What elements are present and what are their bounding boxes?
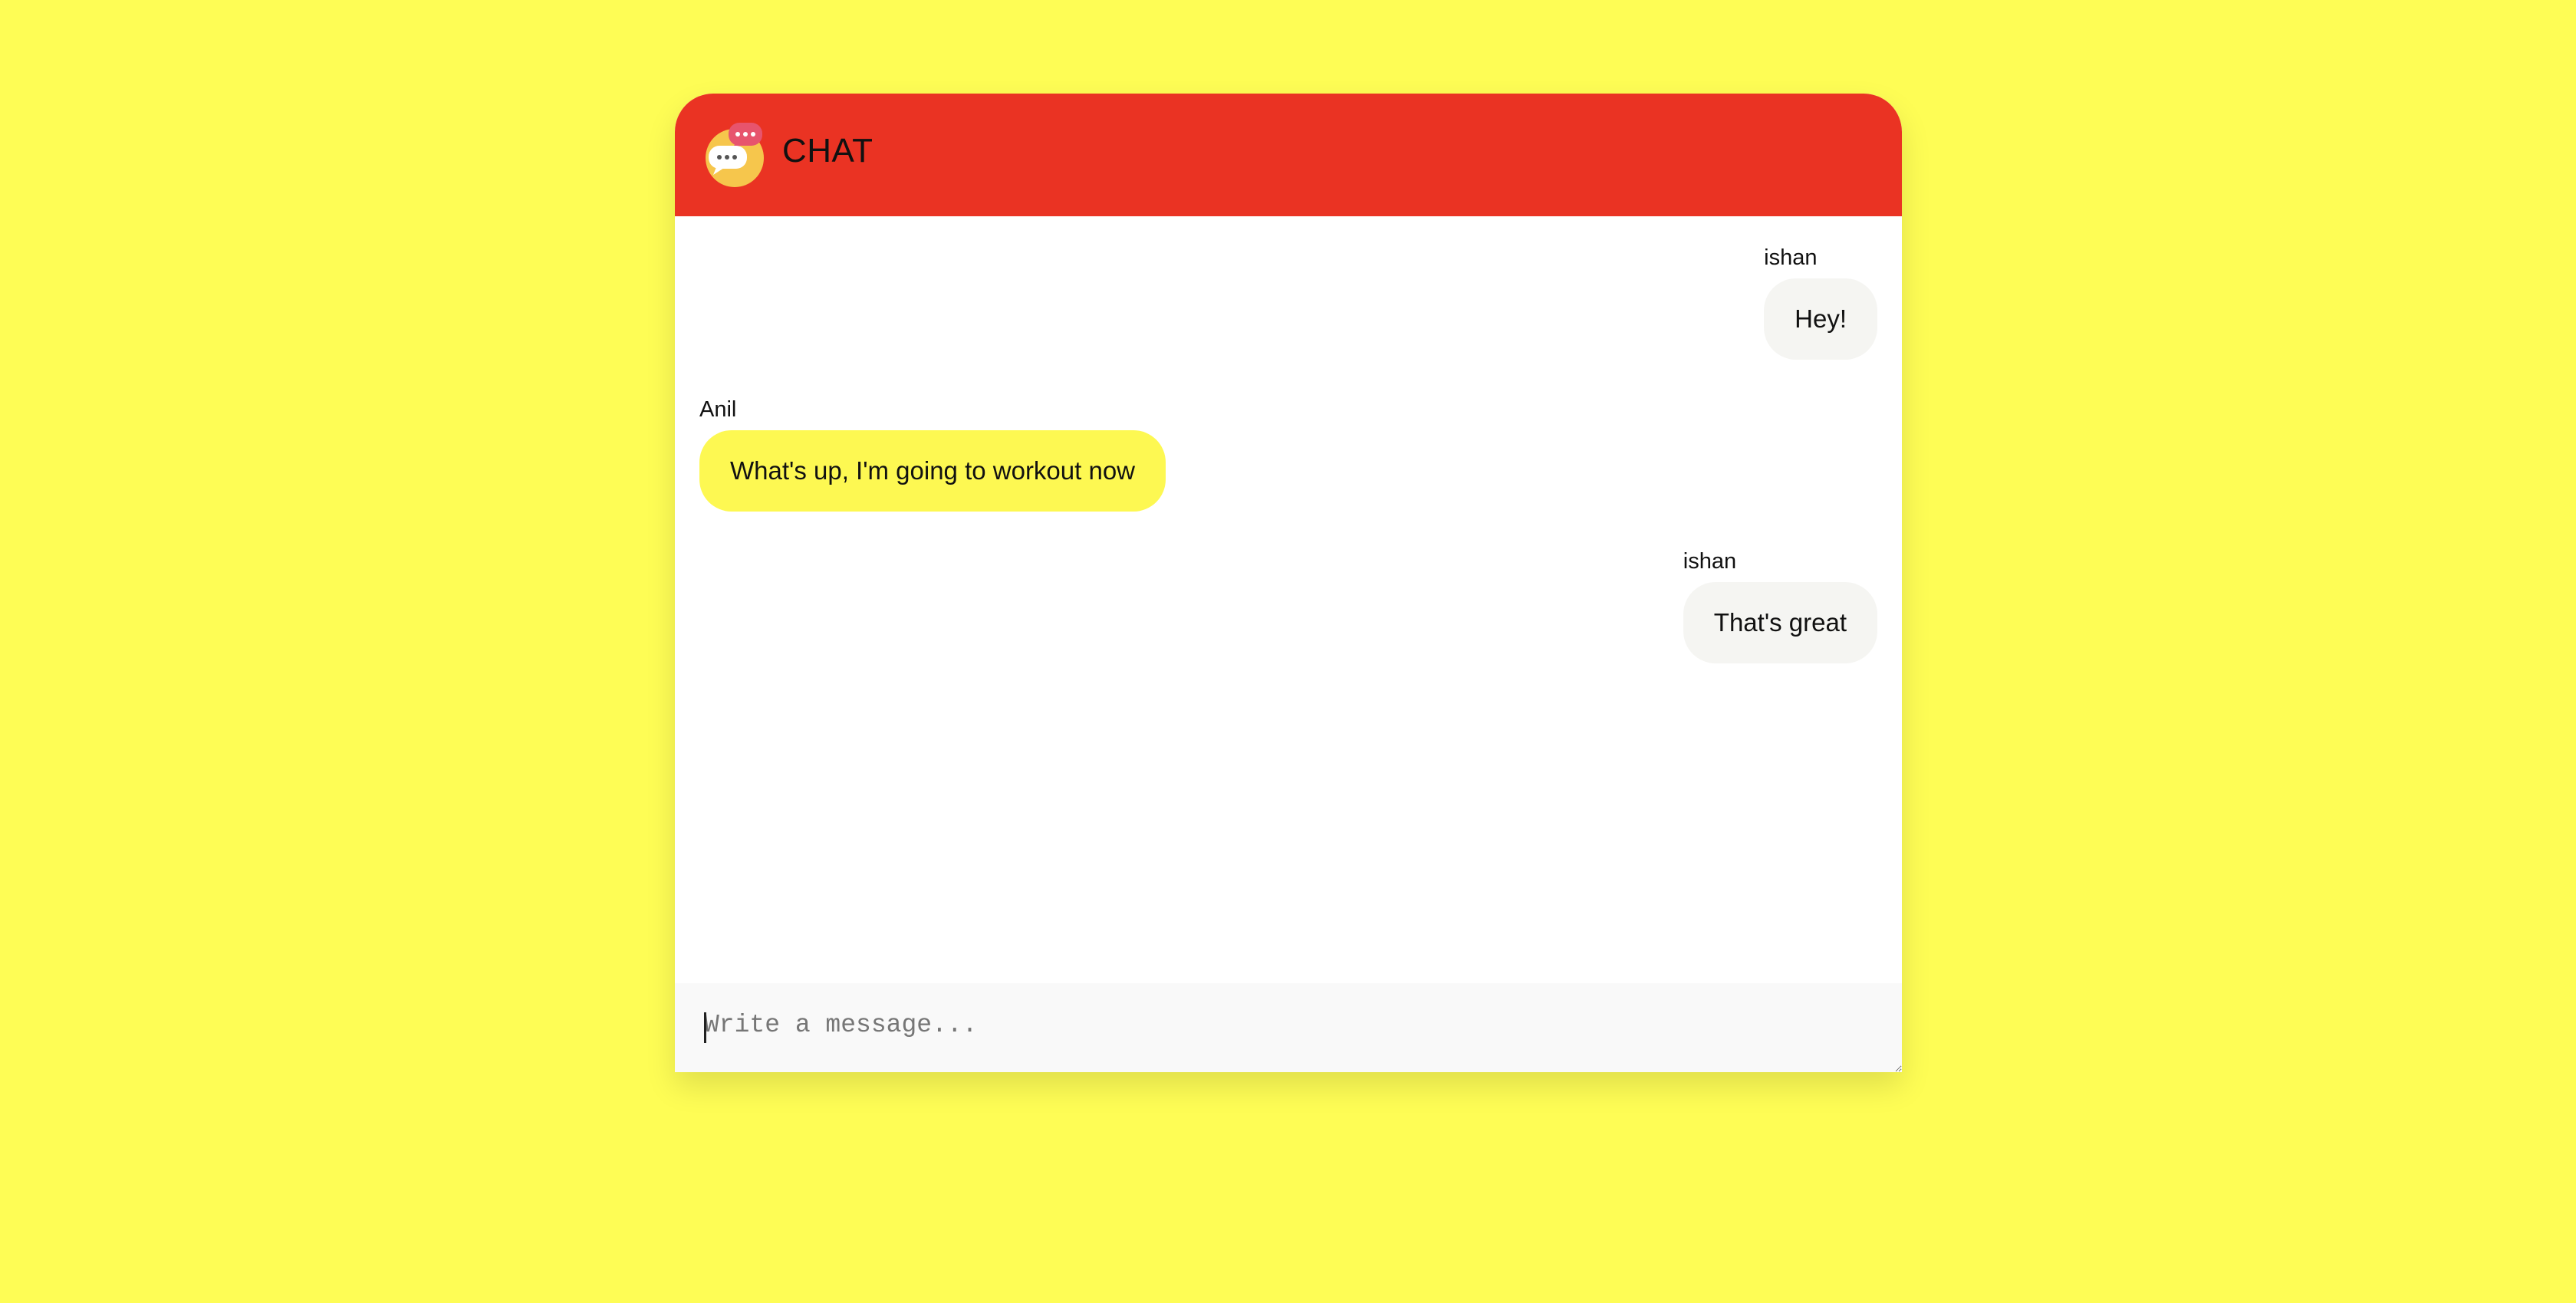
chat-title: CHAT [782,132,873,169]
message-list: ishan Hey! Anil What's up, I'm going to … [675,216,1902,983]
message-bubble: What's up, I'm going to workout now [699,430,1166,512]
message-item: Anil What's up, I'm going to workout now [699,397,1166,512]
message-bubble: That's great [1683,582,1877,663]
message-item: ishan That's great [1683,549,1877,663]
message-author: ishan [1683,549,1737,574]
chat-header: CHAT [675,94,1902,216]
chat-bubbles-icon [706,123,764,187]
message-author: ishan [1764,245,1818,270]
message-bubble: Hey! [1764,278,1877,360]
text-cursor [704,1012,706,1043]
message-input[interactable] [675,983,1902,1072]
message-item: ishan Hey! [1764,245,1877,360]
chat-window: CHAT ishan Hey! Anil What's up, I'm goin… [675,94,1902,1072]
message-author: Anil [699,397,737,422]
message-composer [675,983,1902,1072]
